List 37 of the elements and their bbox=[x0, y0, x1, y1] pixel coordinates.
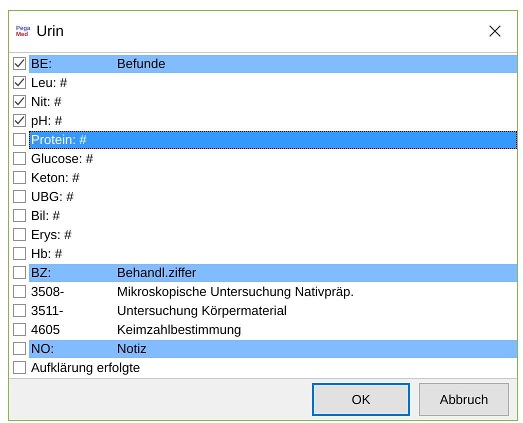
list-item[interactable]: UBG: # bbox=[29, 188, 517, 206]
list-item[interactable]: Aufklärung erfolgte bbox=[29, 358, 517, 376]
checkbox[interactable] bbox=[13, 114, 26, 127]
list-item[interactable]: BZ: Behandl.ziffer bbox=[29, 264, 517, 282]
checkbox[interactable] bbox=[13, 76, 26, 89]
checkbox[interactable] bbox=[13, 361, 26, 374]
checkbox[interactable] bbox=[13, 95, 26, 108]
checkbox[interactable] bbox=[13, 209, 26, 222]
dialog-button[interactable]: OK bbox=[312, 383, 410, 416]
checkbox[interactable] bbox=[13, 228, 26, 241]
window-title: Urin bbox=[36, 23, 64, 40]
list-item[interactable]: Erys: # bbox=[29, 226, 517, 244]
checkbox[interactable] bbox=[13, 247, 26, 260]
checkbox[interactable] bbox=[13, 285, 26, 298]
checkbox[interactable] bbox=[13, 266, 26, 279]
checkbox[interactable] bbox=[13, 323, 26, 336]
checkbox[interactable] bbox=[13, 57, 26, 70]
list-item[interactable]: 3511- Untersuchung Körpermaterial bbox=[29, 302, 517, 320]
list-item[interactable]: NO: Notiz bbox=[29, 340, 517, 358]
list-item[interactable]: 3508- Mikroskopische Untersuchung Nativpräp. bbox=[29, 282, 517, 300]
list-item[interactable]: Leu: # bbox=[29, 74, 517, 92]
list-item[interactable]: BE: Befunde bbox=[29, 54, 517, 72]
list-item[interactable]: Bil: # bbox=[29, 206, 517, 224]
list-item[interactable]: Hb: # bbox=[29, 244, 517, 262]
checkbox[interactable] bbox=[13, 304, 26, 317]
checkbox[interactable] bbox=[13, 133, 26, 146]
list-item[interactable]: 4605 Keimzahlbestimmung bbox=[29, 320, 517, 338]
dialog-button[interactable]: Abbruch bbox=[419, 383, 509, 416]
list-item[interactable]: Glucose: # bbox=[29, 150, 517, 168]
checkbox[interactable] bbox=[13, 171, 26, 184]
list-item[interactable]: Keton: # bbox=[29, 168, 517, 186]
checkbox[interactable] bbox=[13, 190, 26, 203]
list-item[interactable]: pH: # bbox=[29, 112, 517, 130]
checkbox[interactable] bbox=[13, 342, 26, 355]
checkbox[interactable] bbox=[13, 152, 26, 165]
close-button[interactable]: × bbox=[473, 16, 517, 46]
list-item[interactable]: Nit: # bbox=[29, 92, 517, 110]
